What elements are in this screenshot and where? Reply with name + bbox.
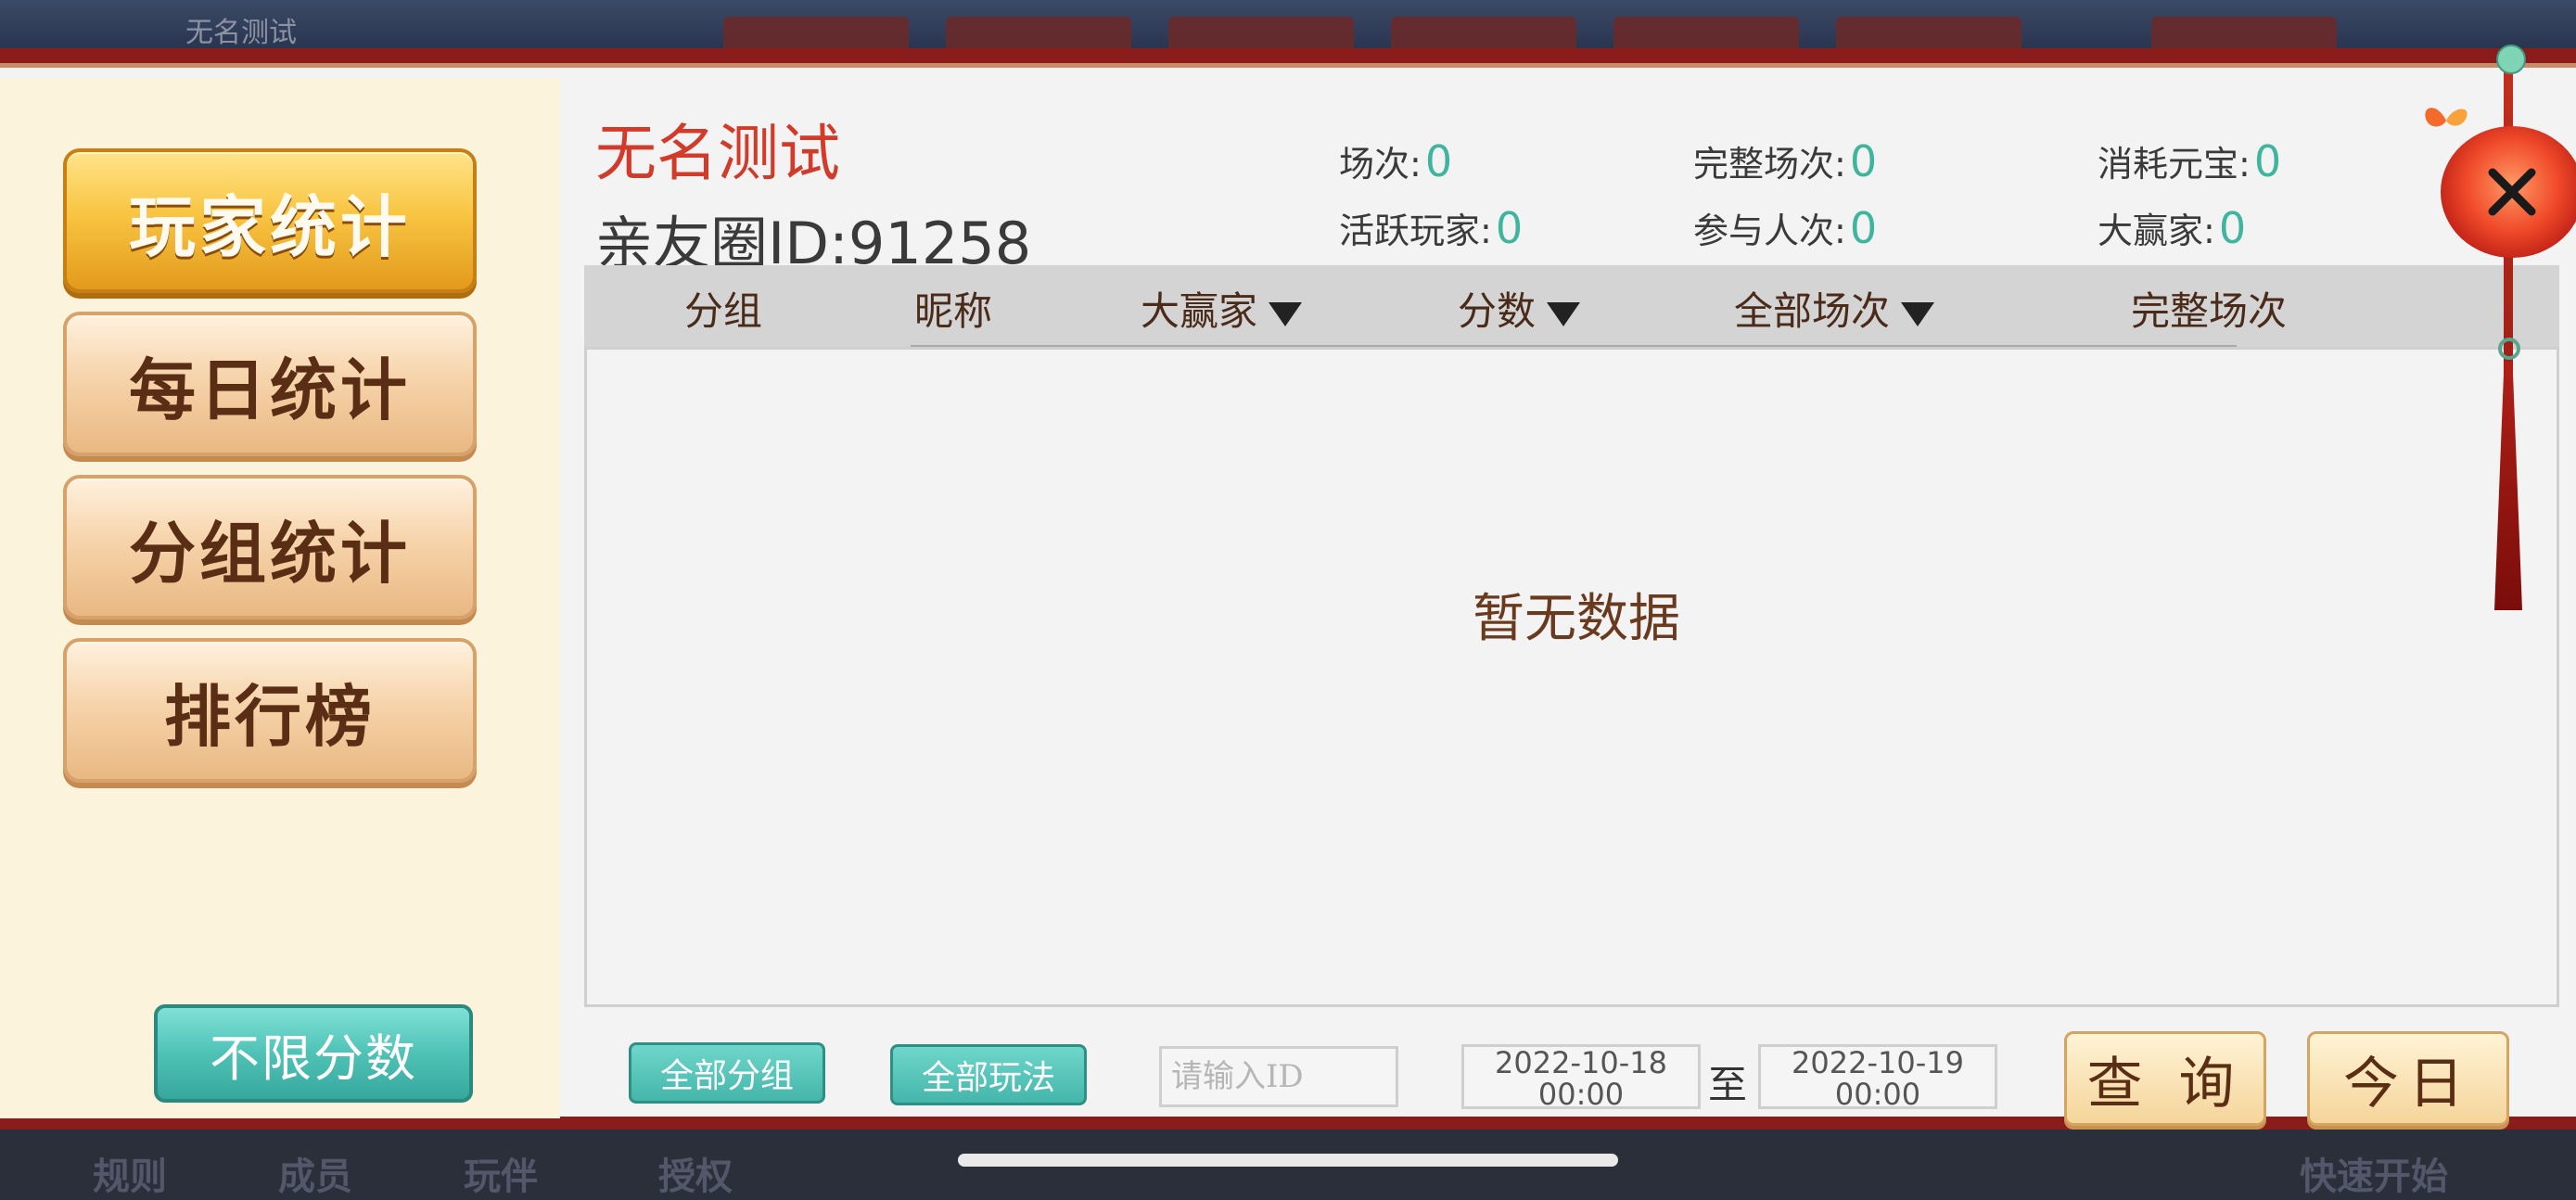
column-big-winner[interactable]: 大赢家 — [1141, 280, 1303, 337]
empty-state-text: 暂无数据 — [1473, 589, 1680, 649]
background-tab — [723, 17, 909, 48]
background-tab — [1613, 17, 1799, 48]
today-button[interactable]: 今日 — [2307, 1031, 2509, 1126]
end-date: 2022-10-19 — [1792, 1045, 1964, 1080]
column-nickname: 昵称 — [914, 288, 993, 334]
start-date: 2022-10-18 — [1495, 1045, 1667, 1080]
background-tab — [1391, 17, 1576, 48]
table-body — [584, 347, 2559, 1007]
end-time: 00:00 — [1834, 1077, 1921, 1112]
stat-label: 消耗元宝: — [2098, 144, 2251, 185]
stat-complete-games: 完整场次:0 — [1693, 135, 1877, 186]
end-date-picker[interactable]: 2022-10-19 00:00 — [1758, 1044, 1997, 1112]
close-button[interactable] — [2441, 126, 2576, 258]
background-nav-label: 成员 — [278, 1155, 352, 1198]
column-score[interactable]: 分数 — [1458, 280, 1581, 337]
butterfly-icon — [2425, 108, 2468, 127]
stat-value: 0 — [1424, 136, 1453, 186]
stat-active-players: 活跃玩家:0 — [1339, 202, 1523, 253]
sidebar: 玩家统计 每日统计 分组统计 排行榜 — [0, 78, 560, 1118]
column-all-games[interactable]: 全部场次 — [1734, 280, 1935, 337]
background-nav-label: 玩伴 — [464, 1155, 538, 1198]
stat-label: 大赢家: — [2098, 211, 2215, 251]
background-tab — [2151, 17, 2337, 48]
background-tab — [1168, 17, 1354, 48]
lantern-knob — [2496, 45, 2526, 74]
sort-down-icon — [1547, 301, 1581, 326]
unlimited-score-button[interactable]: 不限分数 — [154, 1004, 473, 1103]
stat-label: 参与人次: — [1693, 211, 1846, 251]
start-date-picker[interactable]: 2022-10-18 00:00 — [1461, 1044, 1701, 1112]
background-tab — [1836, 17, 2021, 48]
sidebar-item-player-stats[interactable]: 玩家统计 — [63, 148, 477, 293]
player-id-input[interactable] — [1159, 1046, 1398, 1107]
stat-label: 活跃玩家: — [1339, 211, 1492, 251]
background-nav-label: 快速开始 — [2300, 1155, 2448, 1198]
date-separator: 至 — [1708, 1062, 1748, 1107]
start-time: 00:00 — [1537, 1077, 1625, 1112]
stat-value: 0 — [1495, 203, 1524, 253]
table-header: 分组 昵称 大赢家 分数 全部场次 完整场次 — [584, 265, 2559, 348]
sidebar-item-daily-stats[interactable]: 每日统计 — [63, 312, 477, 456]
home-indicator[interactable] — [958, 1154, 1618, 1167]
stat-label: 完整场次: — [1693, 144, 1846, 185]
column-score-label: 分数 — [1458, 288, 1537, 334]
sort-down-icon — [1901, 301, 1935, 326]
close-icon — [2488, 168, 2536, 216]
stat-games: 场次:0 — [1339, 135, 1452, 186]
stat-value: 0 — [1849, 136, 1878, 186]
stat-big-winners: 大赢家:0 — [2098, 202, 2246, 253]
background-nav-label: 规则 — [93, 1155, 167, 1198]
stat-participants: 参与人次:0 — [1693, 202, 1877, 253]
stat-label: 场次: — [1339, 144, 1422, 185]
sidebar-item-leaderboard[interactable]: 排行榜 — [63, 638, 477, 783]
all-groups-button[interactable]: 全部分组 — [629, 1042, 825, 1104]
background-top-bar: 无名测试 — [0, 0, 2576, 49]
background-tab — [946, 17, 1131, 48]
stat-value: 0 — [2218, 203, 2247, 253]
background-nav-label: 授权 — [658, 1155, 733, 1198]
column-complete-games: 完整场次 — [2131, 288, 2288, 334]
all-modes-button[interactable]: 全部玩法 — [890, 1044, 1087, 1105]
stat-value: 0 — [2253, 136, 2282, 186]
stat-value: 0 — [1849, 203, 1878, 253]
column-big-winner-label: 大赢家 — [1141, 288, 1258, 334]
sidebar-item-group-stats[interactable]: 分组统计 — [63, 475, 477, 619]
column-all-games-label: 全部场次 — [1734, 288, 1891, 334]
background-club-name: 无名测试 — [185, 17, 297, 49]
stat-ingots-used: 消耗元宝:0 — [2098, 135, 2281, 186]
sort-down-icon — [1269, 301, 1303, 326]
club-name: 无名测试 — [595, 118, 840, 189]
column-group: 分组 — [684, 288, 763, 334]
lantern-ring — [2498, 338, 2520, 360]
query-button[interactable]: 查 询 — [2064, 1031, 2266, 1126]
